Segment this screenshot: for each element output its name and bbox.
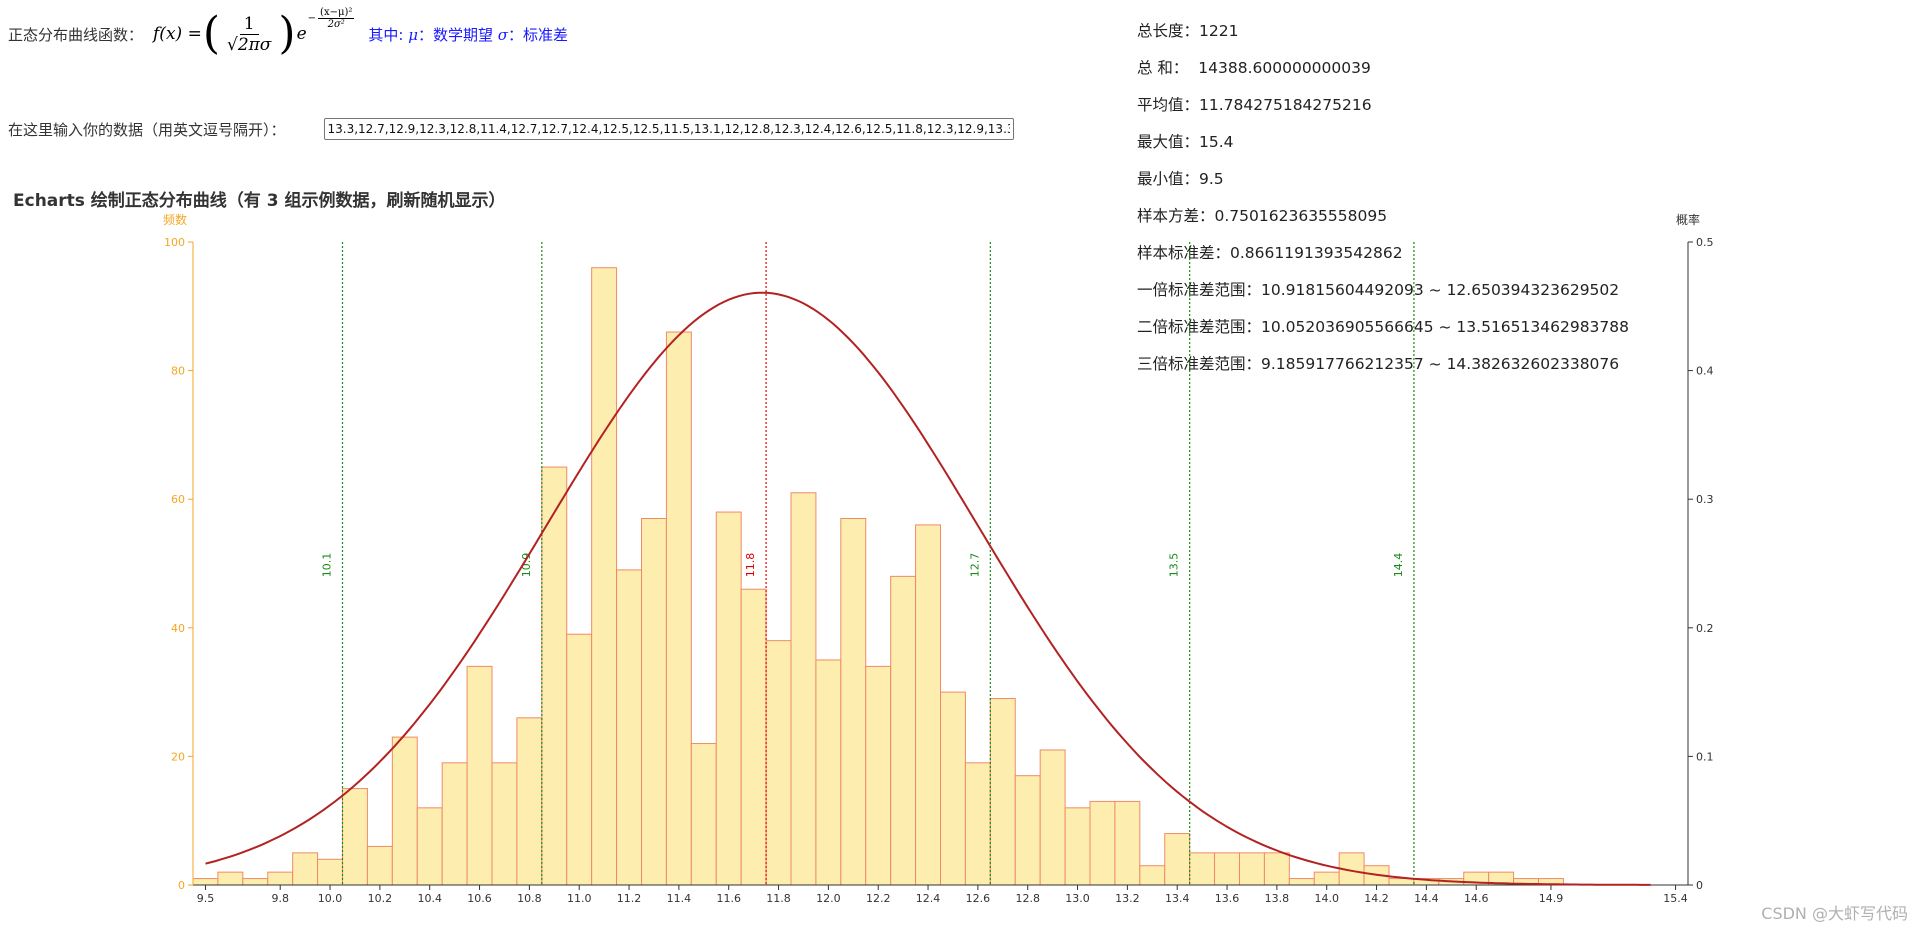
x-tick-label: 12.0 <box>816 892 841 905</box>
histogram-bar <box>964 762 991 886</box>
histogram-bar <box>840 517 867 886</box>
x-tick-label: 11.4 <box>667 892 692 905</box>
histogram-bar <box>1214 852 1241 886</box>
x-tick-label: 14.2 <box>1364 892 1389 905</box>
y-left-tick-label: 80 <box>171 365 185 378</box>
x-tick-label: 14.9 <box>1539 892 1564 905</box>
histogram-bar <box>591 267 618 886</box>
x-tick-label: 10.8 <box>517 892 542 905</box>
histogram-bar <box>890 575 917 886</box>
x-tick-label: 13.2 <box>1115 892 1140 905</box>
x-tick-label: 11.0 <box>567 892 592 905</box>
histogram-bar <box>765 640 792 886</box>
histogram-bar <box>267 871 294 886</box>
y-right-tick-label: 0.5 <box>1696 236 1714 249</box>
x-tick-label: 12.8 <box>1015 892 1040 905</box>
histogram-chart: 0 20 40 60 80 100 0 0.1 0.2 0.3 0.4 0.5 频数 概率 9.5 9.8 10… <box>163 212 1714 905</box>
y-right-tick-label: 0.4 <box>1696 365 1714 378</box>
histogram-bar <box>317 858 344 886</box>
histogram-bar <box>1014 775 1041 886</box>
x-tick-label: 13.4 <box>1165 892 1190 905</box>
histogram-bar <box>1388 878 1415 886</box>
y-right-tick-label: 0 <box>1696 879 1703 892</box>
histogram-bar <box>217 871 244 886</box>
y-left-tick-label: 40 <box>171 622 185 635</box>
mark-line-label: 12.7 <box>968 553 981 578</box>
y-left-axis-label: 频数 <box>163 212 187 227</box>
y-right-tick-label: 0.1 <box>1696 750 1714 763</box>
y-right-tick-label: 0.3 <box>1696 493 1714 506</box>
histogram-bar <box>865 665 892 886</box>
histogram-bar <box>342 788 368 886</box>
x-tick-label: 14.0 <box>1314 892 1339 905</box>
histogram-bar <box>740 588 767 886</box>
histogram-bar <box>915 524 941 886</box>
histogram-bar <box>790 492 817 886</box>
histogram-bar <box>416 807 443 886</box>
histogram-bar <box>641 517 667 886</box>
x-tick-label: 10.0 <box>318 892 343 905</box>
x-tick-label: 13.6 <box>1215 892 1240 905</box>
x-tick-label: 12.4 <box>916 892 941 905</box>
histogram-bar <box>516 717 543 886</box>
x-tick-label: 9.5 <box>197 892 215 905</box>
y-left-tick-label: 100 <box>164 236 185 249</box>
x-tick-label: 11.2 <box>617 892 642 905</box>
histogram-bar <box>1164 833 1191 886</box>
histogram-bar <box>1263 852 1290 886</box>
histogram-bar <box>1239 852 1265 886</box>
mark-line-label: 11.8 <box>744 553 757 578</box>
histogram-bar <box>541 466 568 886</box>
histogram-bar <box>242 878 269 886</box>
x-tick-label: 14.6 <box>1464 892 1489 905</box>
x-tick-label: 10.2 <box>368 892 393 905</box>
histogram-bar <box>466 665 493 886</box>
watermark: CSDN @大虾写代码 <box>1761 904 1908 923</box>
mark-line-label: 13.5 <box>1168 553 1181 578</box>
histogram-bar <box>616 569 642 886</box>
x-tick-label: 13.0 <box>1065 892 1090 905</box>
histogram-bar <box>1313 871 1340 886</box>
histogram-bar <box>715 511 742 886</box>
histogram-bar <box>441 762 468 886</box>
histogram-bar <box>1139 865 1166 886</box>
histogram-bar <box>690 743 717 886</box>
histogram-bar <box>940 691 966 886</box>
histogram-bar <box>391 736 418 886</box>
histogram-bar <box>1114 800 1141 886</box>
histogram-bar <box>815 659 842 886</box>
x-tick-label: 12.2 <box>866 892 891 905</box>
y-left-tick-label: 0 <box>178 879 185 892</box>
histogram-bar <box>989 698 1016 886</box>
x-tick-label: 13.8 <box>1265 892 1290 905</box>
mark-line-label: 14.4 <box>1392 553 1405 578</box>
histogram-bar <box>665 331 692 886</box>
histogram-bar <box>1064 807 1091 886</box>
y-right-axis-label: 概率 <box>1676 212 1700 227</box>
y-left-tick-label: 20 <box>171 750 185 763</box>
histogram-bar <box>1189 852 1216 886</box>
histogram-bar <box>1039 749 1066 886</box>
x-tick-label: 10.6 <box>467 892 492 905</box>
x-tick-label: 10.4 <box>417 892 442 905</box>
histogram-bar <box>292 852 319 886</box>
y-right-tick-label: 0.2 <box>1696 622 1714 635</box>
y-left-tick-label: 60 <box>171 493 185 506</box>
histogram-bar <box>1288 878 1315 886</box>
histogram-bar <box>192 878 219 886</box>
x-tick-label: 9.8 <box>271 892 289 905</box>
histogram-bar <box>491 762 518 886</box>
x-tick-label: 11.6 <box>716 892 741 905</box>
histogram-bar <box>366 845 393 886</box>
histogram-bar <box>566 633 593 886</box>
x-tick-label: 11.8 <box>766 892 791 905</box>
x-tick-label: 14.4 <box>1414 892 1439 905</box>
histogram-bar <box>1089 800 1116 886</box>
x-tick-label: 15.4 <box>1663 892 1688 905</box>
x-tick-label: 12.6 <box>966 892 991 905</box>
mark-line-label: 10.1 <box>321 553 334 578</box>
